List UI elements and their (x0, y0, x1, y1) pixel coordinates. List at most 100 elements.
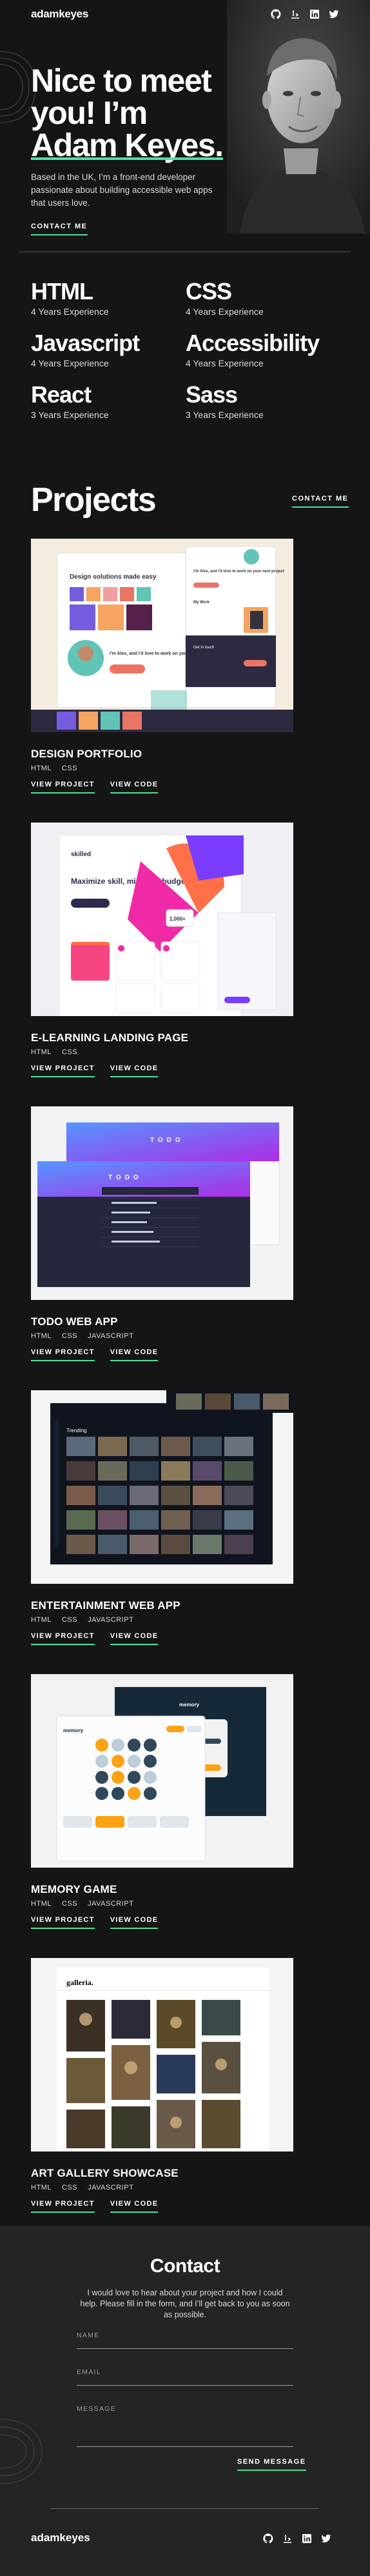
site-logo[interactable]: adamkeyes (31, 8, 88, 21)
project-card: galleria. ART GALLERY SHOWCASE HTML CSS … (31, 1958, 293, 2213)
email-placeholder: EMAIL (77, 2368, 102, 2376)
skill-name: HTML (31, 278, 93, 305)
thumb-brand: skilled (71, 851, 91, 858)
project-tag: CSS (61, 1332, 78, 1340)
project-card: TODO TODO TODO WEB APP HTML CSS JAVASCRI… (31, 1106, 293, 1361)
view-code-button[interactable]: VIEW CODE (110, 1064, 159, 1077)
thumb-section: Trending (66, 1428, 86, 1433)
skill-experience: 3 Years Experience (186, 410, 264, 420)
send-message-button[interactable]: SEND MESSAGE (237, 2458, 306, 2471)
view-code-button[interactable]: VIEW CODE (110, 1348, 159, 1361)
profile-photo (227, 0, 370, 234)
skill-name: Accessibility (186, 330, 320, 356)
view-code-button[interactable]: VIEW CODE (110, 1632, 159, 1645)
project-links: VIEW PROJECT VIEW CODE (31, 1348, 293, 1361)
view-code-button[interactable]: VIEW CODE (110, 781, 159, 794)
footer-logo[interactable]: adamkeyes (31, 2531, 90, 2544)
project-title: ENTERTAINMENT WEB APP (31, 1599, 180, 1612)
portfolio-page: adamkeyes Nice to meet you! I’m Adam Key… (0, 0, 370, 2576)
view-project-button[interactable]: VIEW PROJECT (31, 2200, 95, 2213)
hero-title: Nice to meet you! I’m Adam Keyes. (31, 65, 237, 161)
skill-sass: Sass 3 Years Experience (186, 382, 327, 421)
thumb-light-title: TODO (150, 1137, 184, 1144)
thumb-headline: Maximize skill, minimize budget (71, 877, 188, 886)
project-tag: CSS (61, 764, 78, 772)
linkedin-icon[interactable] (309, 9, 320, 19)
project-tag: HTML (31, 764, 52, 772)
skill-experience: 4 Years Experience (31, 306, 109, 317)
project-card: Design solutions made easy I'm Alex, and… (31, 539, 293, 794)
thumb-card-intro: I'm Alex, and I'd love to work on your n… (193, 570, 284, 574)
project-links: VIEW PROJECT VIEW CODE (31, 781, 293, 794)
project-tag: JAVASCRIPT (88, 1332, 134, 1340)
thumb-dark-title: TODO (108, 1174, 142, 1181)
frontend-mentor-icon[interactable] (290, 9, 300, 19)
skill-experience: 4 Years Experience (186, 306, 264, 317)
footer-social-links (263, 2533, 331, 2544)
hero-title-line-1: Nice to meet (31, 63, 212, 99)
skill-name: Sass (186, 381, 238, 408)
project-thumbnail[interactable]: skilled Maximize skill, minimize budget … (31, 823, 293, 1016)
skill-name: React (31, 381, 92, 408)
thumb-light-title: memory (63, 1728, 84, 1733)
twitter-icon[interactable] (321, 2533, 331, 2544)
project-tag: HTML (31, 1332, 52, 1340)
github-icon[interactable] (271, 9, 281, 19)
name-placeholder: NAME (77, 2331, 100, 2339)
project-thumbnail[interactable]: Design solutions made easy I'm Alex, and… (31, 539, 293, 732)
linkedin-icon[interactable] (302, 2533, 312, 2544)
hero-description: Based in the UK, I’m a front-end develop… (31, 172, 213, 208)
skill-name: CSS (186, 278, 232, 305)
view-project-button[interactable]: VIEW PROJECT (31, 781, 95, 794)
projects-contact-button[interactable]: CONTACT ME (292, 495, 349, 508)
github-icon[interactable] (263, 2533, 273, 2544)
view-code-button[interactable]: VIEW CODE (110, 2200, 159, 2213)
project-tags: HTML CSS JAVASCRIPT (31, 1900, 293, 1908)
hero-title-line-2: you! I’m (31, 95, 148, 131)
view-project-button[interactable]: VIEW PROJECT (31, 1916, 95, 1929)
project-title: E-LEARNING LANDING PAGE (31, 1032, 189, 1044)
skill-experience: 3 Years Experience (31, 410, 109, 420)
contact-description: I would love to hear about your project … (80, 2288, 290, 2319)
field-underline (77, 2385, 293, 2386)
field-underline (77, 2348, 293, 2349)
project-tag: JAVASCRIPT (88, 2184, 134, 2192)
project-tags: HTML CSS JAVASCRIPT (31, 2184, 293, 2192)
project-tags: HTML CSS JAVASCRIPT (31, 1332, 293, 1340)
project-tag: CSS (61, 1616, 78, 1624)
view-project-button[interactable]: VIEW PROJECT (31, 1632, 95, 1645)
field-underline (77, 2446, 293, 2447)
project-title: TODO WEB APP (31, 1315, 118, 1328)
thumb-my-work: My Work (193, 601, 210, 604)
message-placeholder: MESSAGE (77, 2405, 117, 2413)
project-thumbnail[interactable]: memory memory (31, 1674, 293, 1868)
project-tag: CSS (61, 1900, 78, 1908)
email-field[interactable]: EMAIL (77, 2368, 293, 2386)
project-tags: HTML CSS JAVASCRIPT (31, 1616, 293, 1624)
project-thumbnail[interactable]: Trending (31, 1390, 293, 1584)
skill-accessibility: Accessibility 4 Years Experience (186, 330, 327, 369)
project-links: VIEW PROJECT VIEW CODE (31, 1064, 293, 1077)
project-tag: HTML (31, 1900, 52, 1908)
project-thumbnail[interactable]: TODO TODO (31, 1106, 293, 1300)
twitter-icon[interactable] (329, 9, 339, 19)
view-project-button[interactable]: VIEW PROJECT (31, 1348, 95, 1361)
thumb-dark-title: memory (179, 1702, 200, 1708)
hero-title-line-3: Adam Keyes. (31, 127, 224, 163)
project-links: VIEW PROJECT VIEW CODE (31, 1632, 293, 1645)
contact-section (0, 2226, 370, 2576)
skill-html: HTML 4 Years Experience (31, 279, 173, 317)
name-field[interactable]: NAME (77, 2331, 293, 2349)
thumb-stat: 1,000+ (170, 916, 186, 922)
project-tag: CSS (61, 1048, 78, 1056)
project-tag: HTML (31, 2184, 52, 2192)
project-tag: CSS (61, 2184, 78, 2192)
view-code-button[interactable]: VIEW CODE (110, 1916, 159, 1929)
view-project-button[interactable]: VIEW PROJECT (31, 1064, 95, 1077)
frontend-mentor-icon[interactable] (282, 2533, 293, 2544)
message-field[interactable]: MESSAGE (77, 2405, 293, 2447)
project-thumbnail[interactable]: galleria. (31, 1958, 293, 2152)
hero-contact-button[interactable]: CONTACT ME (31, 223, 88, 235)
skill-name: Javascript (31, 330, 140, 356)
project-title: ART GALLERY SHOWCASE (31, 2167, 179, 2179)
